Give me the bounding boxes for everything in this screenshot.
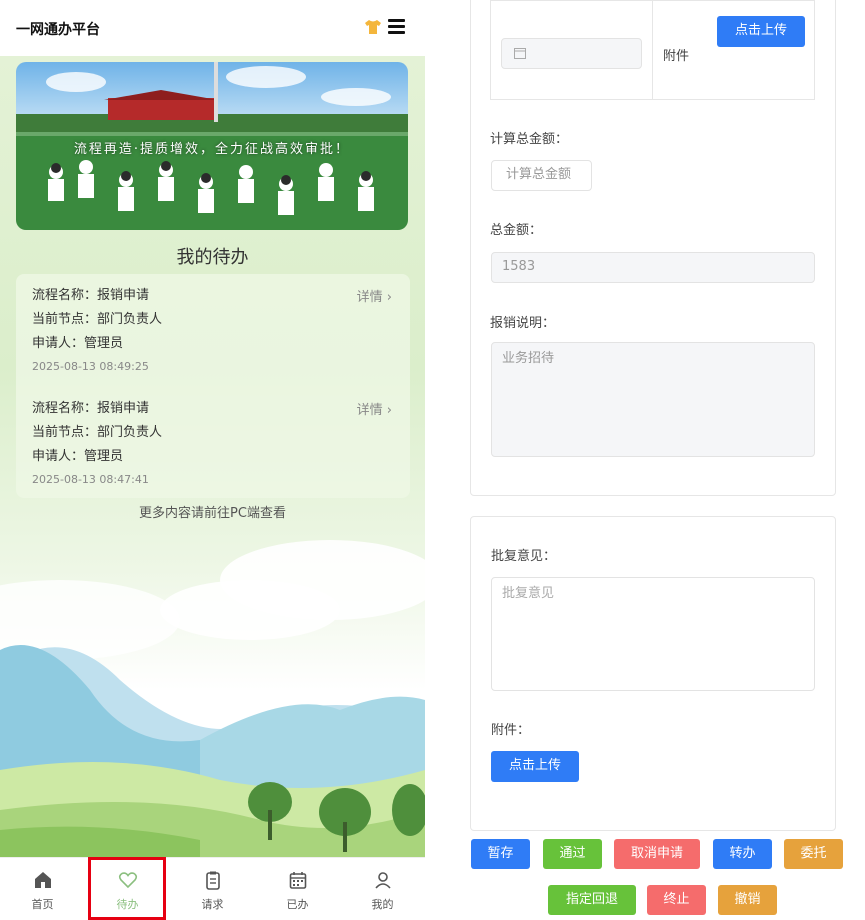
landscape-illustration xyxy=(0,540,425,860)
todo-detail-link[interactable]: 详情 › xyxy=(357,286,392,305)
tab-mine[interactable]: 我的 xyxy=(340,858,425,920)
mobile-app: 一网通办平台 流程再造·提质增效，全力征战高效审批！ 我的待办 流程名称：报销申… xyxy=(0,0,425,920)
terminate-button[interactable]: 终止 xyxy=(647,885,706,915)
tab-label: 已办 xyxy=(286,898,309,911)
todo-flow-name: 流程名称：报销申请 xyxy=(32,401,150,416)
todo-flow-name: 流程名称：报销申请 xyxy=(32,288,150,303)
todo-section-title: 我的待办 xyxy=(176,247,249,268)
tab-label: 我的 xyxy=(371,898,394,911)
tab-label: 请求 xyxy=(201,898,224,911)
banner-carousel[interactable]: 流程再造·提质增效，全力征战高效审批！ xyxy=(16,62,408,230)
approve-button[interactable]: 通过 xyxy=(543,839,602,869)
chevron-right-icon: › xyxy=(386,403,392,418)
highlight-box xyxy=(88,857,166,920)
clipboard-icon xyxy=(205,871,220,890)
top-bar: 一网通办平台 xyxy=(0,0,425,56)
todo-time: 2025-08-13 08:49:25 xyxy=(32,360,149,373)
revoke-button[interactable]: 撤销 xyxy=(718,885,777,915)
upload-button[interactable]: 点击上传 xyxy=(491,751,579,782)
todo-applicant: 申请人：管理员 xyxy=(32,336,124,351)
todo-current-node: 当前节点：部门负责人 xyxy=(32,425,163,440)
more-on-pc-text: 更多内容请前往PC端查看 xyxy=(139,506,286,521)
tab-label: 首页 xyxy=(31,898,54,911)
shirt-icon[interactable] xyxy=(364,18,382,36)
user-icon xyxy=(374,872,391,889)
detail-label: 详情 xyxy=(356,290,383,305)
rollback-button[interactable]: 指定回退 xyxy=(548,885,636,915)
app-title: 一网通办平台 xyxy=(16,22,100,38)
todo-list: 流程名称：报销申请 当前节点：部门负责人 申请人：管理员 2025-08-13 … xyxy=(16,274,410,498)
bottom-tab-bar: 首页 待办 请求 已办 我的 xyxy=(0,857,425,920)
todo-applicant: 申请人：管理员 xyxy=(32,449,124,464)
opinion-label: 批复意见： xyxy=(491,549,557,564)
tab-home[interactable]: 首页 xyxy=(0,858,85,920)
menu-icon[interactable] xyxy=(388,19,405,34)
attachment-label: 附件： xyxy=(491,723,531,738)
home-icon xyxy=(34,872,51,888)
todo-item[interactable]: 流程名称：报销申请 当前节点：部门负责人 申请人：管理员 2025-08-13 … xyxy=(32,286,392,373)
calendar-icon xyxy=(289,872,306,889)
form-panel-opinion: 批复意见： 批复意见 附件： 点击上传 xyxy=(470,516,836,831)
todo-time: 2025-08-13 08:47:41 xyxy=(32,473,149,486)
transfer-button[interactable]: 转办 xyxy=(713,839,772,869)
form-panel-top xyxy=(470,0,836,496)
tab-done[interactable]: 已办 xyxy=(255,858,340,920)
tab-request[interactable]: 请求 xyxy=(170,858,255,920)
opinion-textarea[interactable]: 批复意见 xyxy=(491,577,815,691)
todo-detail-link[interactable]: 详情 › xyxy=(357,399,392,418)
chevron-right-icon: › xyxy=(386,290,392,305)
delegate-button[interactable]: 委托 xyxy=(784,839,843,869)
detail-label: 详情 xyxy=(356,403,383,418)
approval-form: 附件 点击上传 计算总金额： 计算总金额 总金额： 1583 报销说明： 业务招… xyxy=(440,0,865,920)
cancel-request-button[interactable]: 取消申请 xyxy=(614,839,700,869)
save-draft-button[interactable]: 暂存 xyxy=(471,839,530,869)
banner-caption: 流程再造·提质增效，全力征战高效审批！ xyxy=(73,142,351,157)
todo-item[interactable]: 流程名称：报销申请 当前节点：部门负责人 申请人：管理员 2025-08-13 … xyxy=(32,399,392,486)
todo-current-node: 当前节点：部门负责人 xyxy=(32,312,163,327)
